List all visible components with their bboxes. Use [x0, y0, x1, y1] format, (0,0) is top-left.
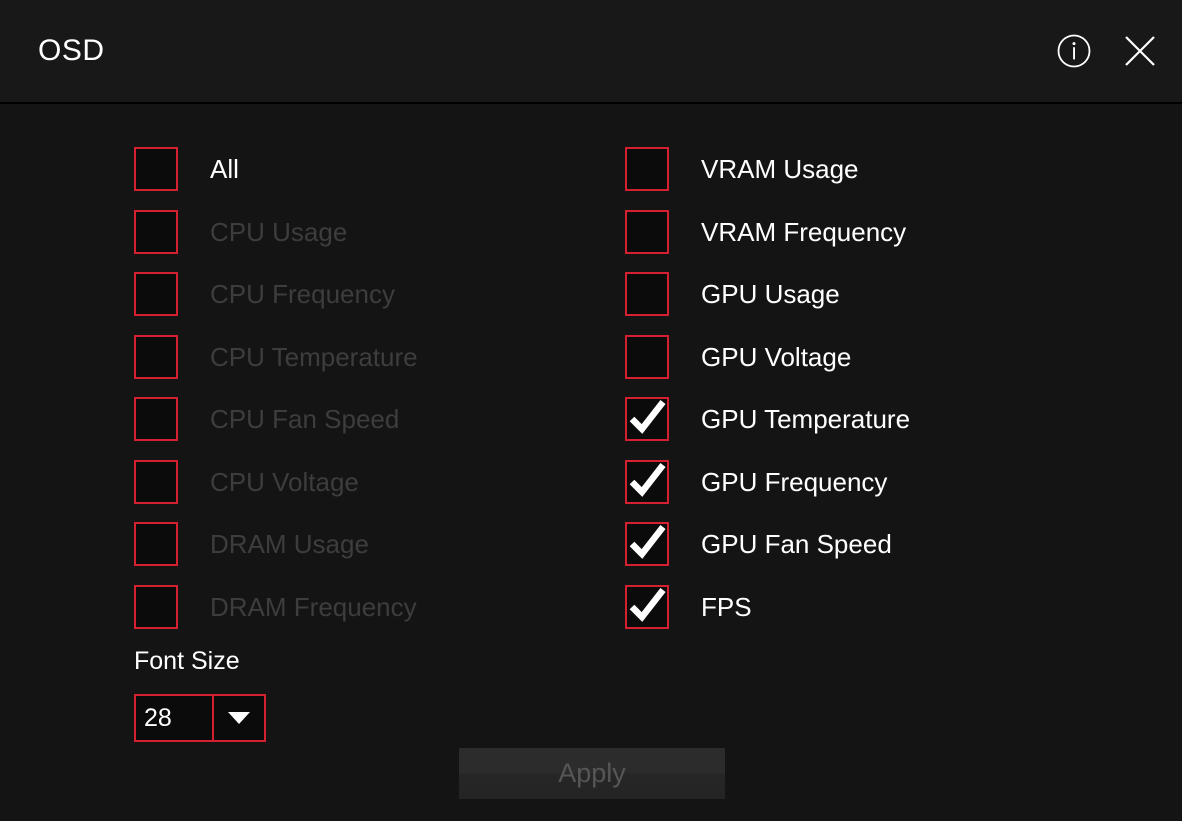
settings-content: All CPU Usage CPU Frequency CPU Temperature… — [0, 104, 1182, 821]
checkbox-label: CPU Fan Speed — [210, 404, 400, 434]
checkbox-label: GPU Usage — [701, 279, 840, 309]
checkbox-unchecked[interactable] — [625, 209, 669, 254]
checkmark-icon — [629, 462, 666, 497]
checkbox-row: CPU Fan Speed — [134, 397, 554, 441]
checkbox-checked[interactable] — [625, 397, 669, 441]
checkbox-unchecked — [134, 209, 178, 254]
checkbox-unchecked — [134, 334, 178, 379]
checkbox-unchecked — [134, 459, 178, 504]
titlebar-actions — [1054, 31, 1160, 71]
checkbox-unchecked[interactable] — [625, 272, 669, 316]
checkbox-label: FPS — [701, 591, 752, 622]
checkbox-row[interactable]: GPU Usage — [625, 272, 1045, 316]
checkbox-unchecked[interactable] — [625, 147, 669, 191]
checkbox-unchecked[interactable] — [625, 334, 669, 379]
checkbox-row: CPU Temperature — [134, 334, 554, 379]
checkbox-unchecked — [134, 272, 178, 316]
checkbox-row[interactable]: FPS — [625, 584, 1045, 629]
checkbox-row: DRAM Frequency — [134, 584, 554, 629]
checkbox-row[interactable]: VRAM Frequency — [625, 209, 1045, 254]
checkbox-row: CPU Voltage — [134, 459, 554, 504]
checkbox-row: CPU Usage — [134, 209, 554, 254]
checkbox-unchecked — [134, 522, 178, 566]
checkbox-label: DRAM Usage — [210, 529, 369, 559]
checkbox-row: DRAM Usage — [134, 522, 554, 566]
checkmark-icon — [629, 525, 666, 559]
checkbox-checked[interactable] — [625, 522, 669, 566]
checkbox-row[interactable]: GPU Fan Speed — [625, 522, 1045, 566]
osd-settings-window: OSD All CPU Usage CPU Frequency CPU Tempera… — [0, 0, 1182, 821]
checkbox-row[interactable]: GPU Voltage — [625, 334, 1045, 379]
checkbox-label: CPU Temperature — [210, 341, 418, 372]
checkbox-row: CPU Frequency — [134, 272, 554, 316]
font-size-group: Font Size 28 — [134, 649, 266, 742]
options-left-column: All CPU Usage CPU Frequency CPU Temperature… — [134, 147, 554, 647]
close-icon[interactable] — [1120, 31, 1160, 71]
checkbox-label: GPU Temperature — [701, 404, 911, 434]
font-size-input[interactable]: 28 — [136, 696, 214, 740]
window-titlebar: OSD — [0, 0, 1182, 104]
options-right-column: VRAM Usage VRAM Frequency GPU Usage GPU Vol… — [625, 147, 1045, 647]
checkbox-checked[interactable] — [625, 459, 669, 504]
checkbox-label: DRAM Frequency — [210, 591, 417, 622]
window-title: OSD — [38, 34, 105, 67]
checkmark-icon — [629, 400, 666, 434]
checkbox-row[interactable]: GPU Frequency — [625, 459, 1045, 504]
checkbox-row[interactable]: GPU Temperature — [625, 397, 1045, 441]
checkbox-label: CPU Frequency — [210, 279, 395, 309]
checkbox-row[interactable]: All — [134, 147, 554, 191]
checkbox-unchecked[interactable] — [134, 147, 178, 191]
checkbox-unchecked — [134, 584, 178, 629]
checkbox-row[interactable]: VRAM Usage — [625, 147, 1045, 191]
checkbox-label: VRAM Frequency — [701, 216, 907, 247]
checkmark-icon — [629, 587, 666, 622]
info-circle-icon[interactable] — [1054, 31, 1094, 71]
apply-button[interactable]: Apply — [459, 748, 725, 799]
checkbox-label: GPU Fan Speed — [701, 529, 892, 559]
checkbox-label: CPU Voltage — [210, 466, 359, 497]
checkbox-label: CPU Usage — [210, 216, 348, 247]
checkbox-label: GPU Frequency — [701, 466, 888, 497]
checkbox-label: GPU Voltage — [701, 341, 852, 372]
font-size-combobox[interactable]: 28 — [134, 694, 266, 742]
checkbox-label: All — [210, 154, 239, 184]
checkbox-unchecked — [134, 397, 178, 441]
font-size-label: Font Size — [134, 647, 240, 675]
checkbox-checked[interactable] — [625, 584, 669, 629]
checkbox-label: VRAM Usage — [701, 154, 859, 184]
chevron-down-icon[interactable] — [214, 696, 264, 740]
